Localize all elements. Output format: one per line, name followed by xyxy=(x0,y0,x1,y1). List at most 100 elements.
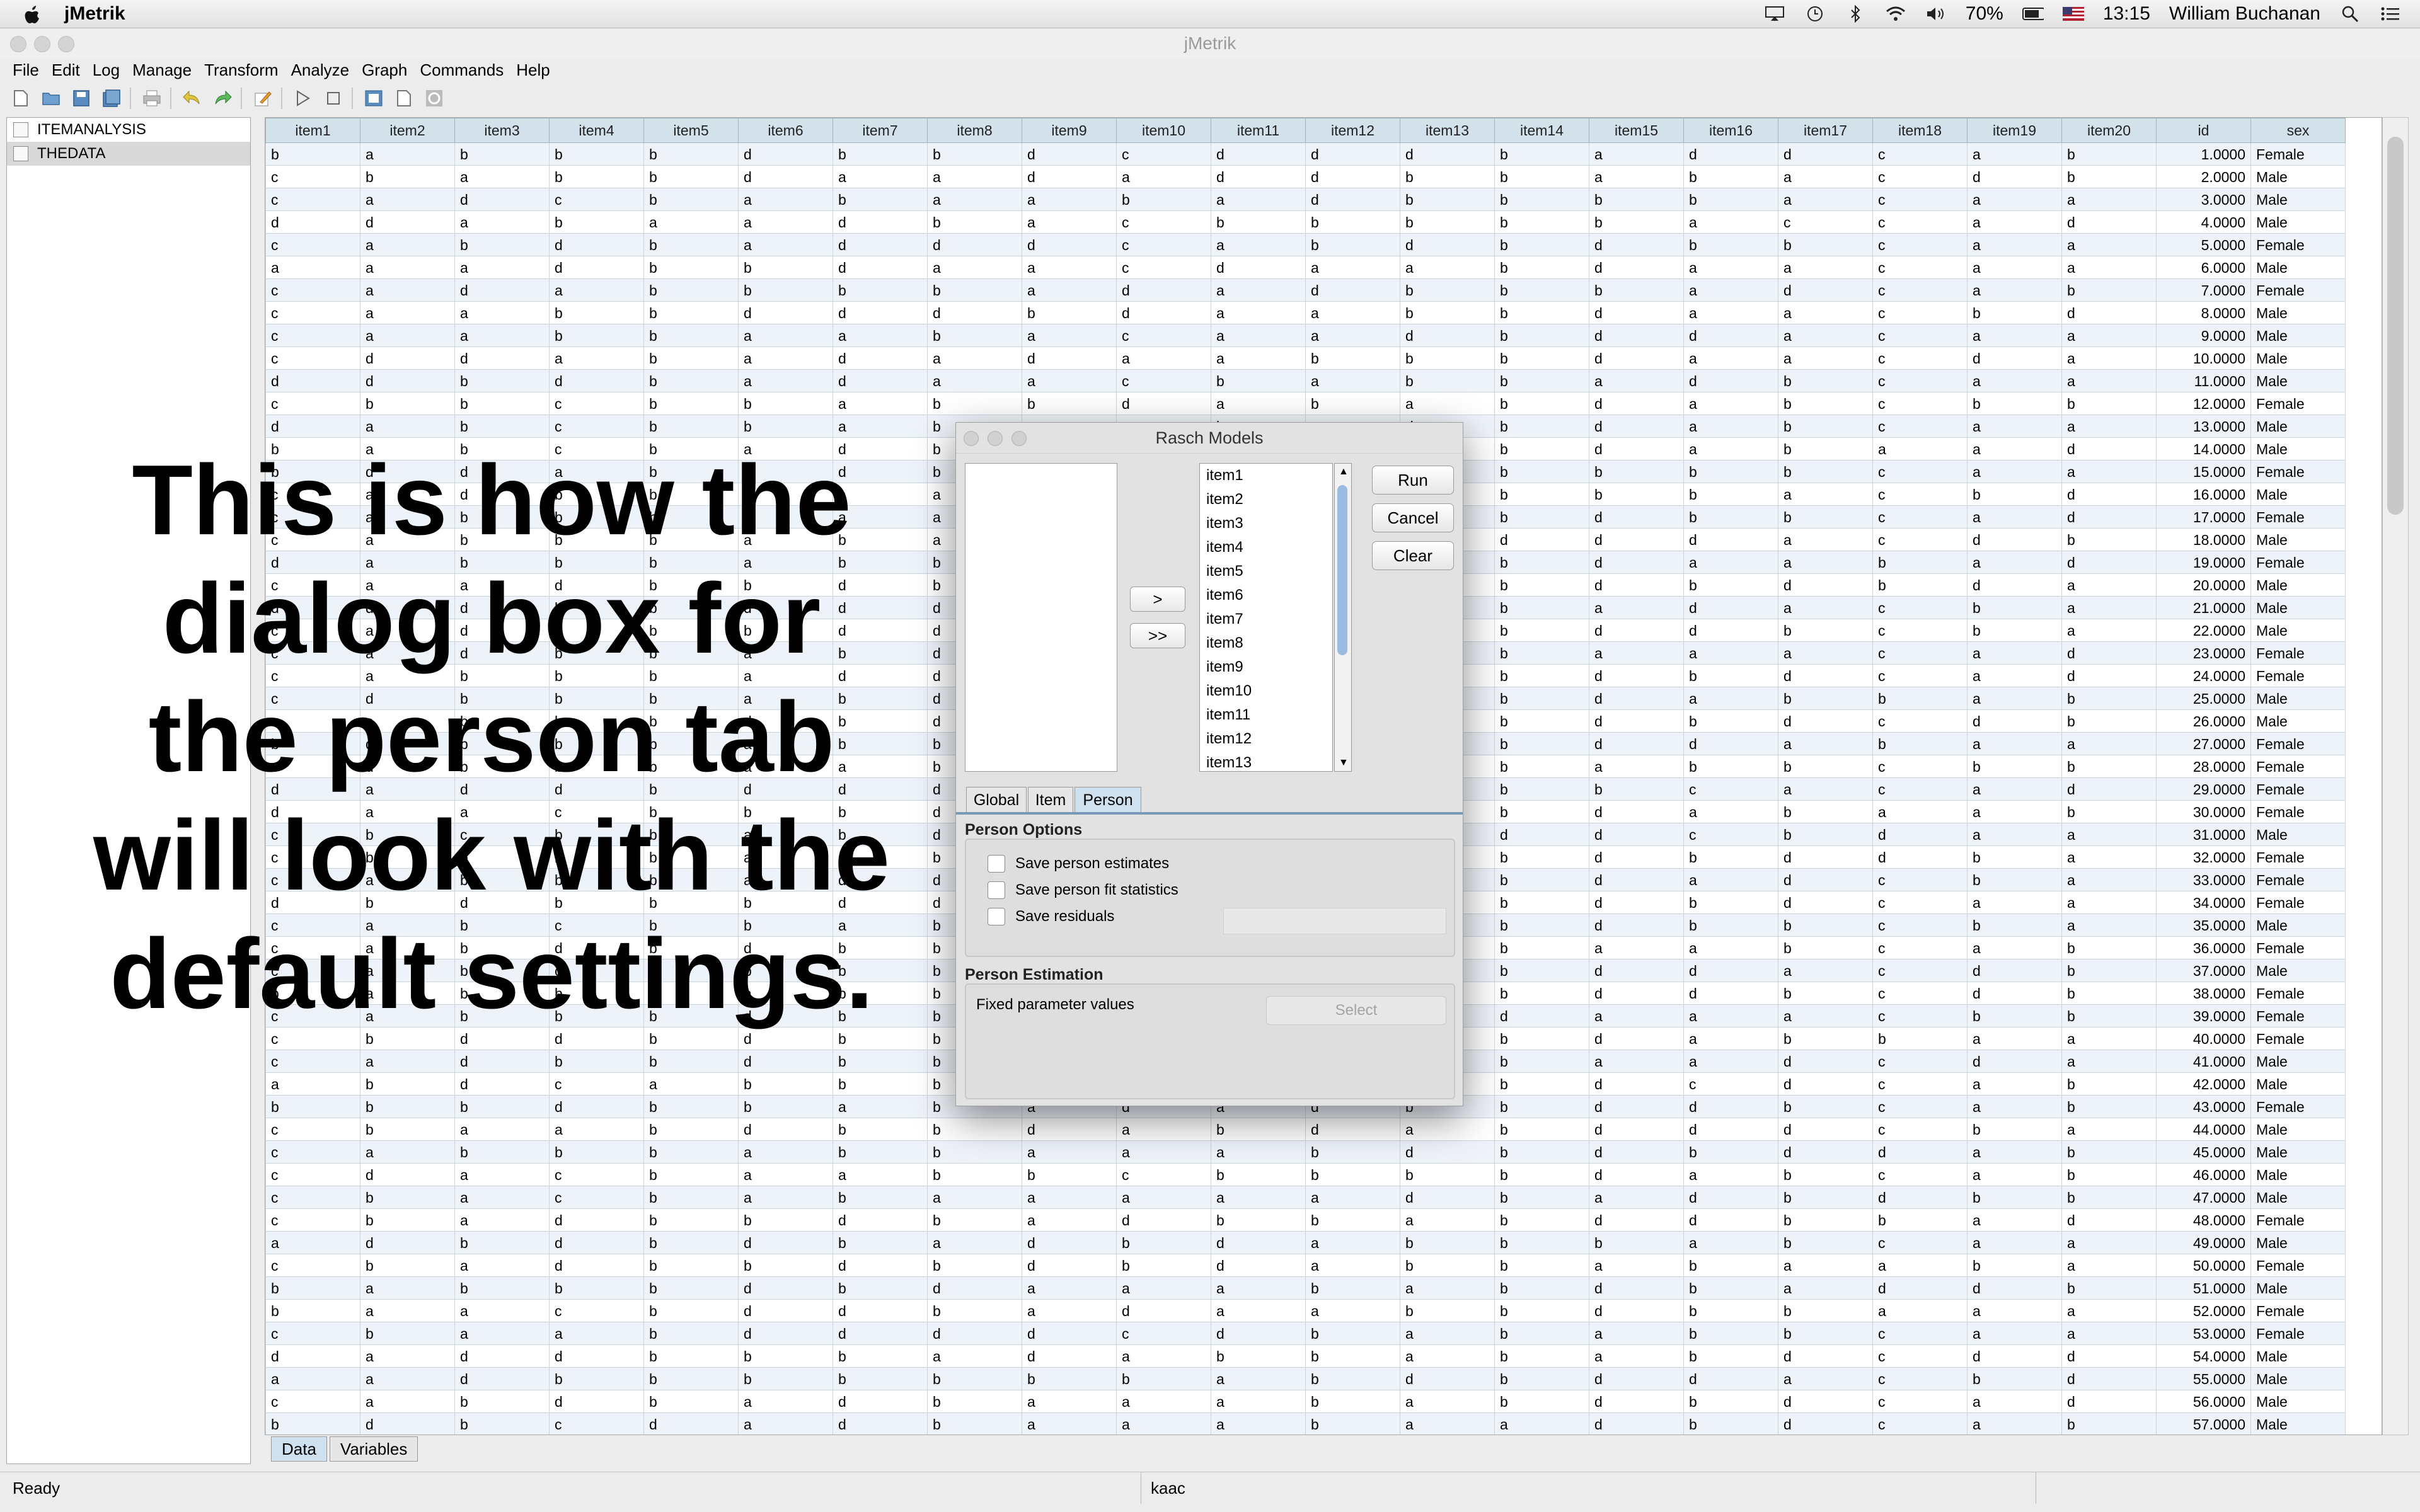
table-cell[interactable]: b xyxy=(2061,1095,2157,1118)
table-cell[interactable]: a xyxy=(360,415,455,438)
table-cell[interactable]: a xyxy=(1305,1231,1400,1254)
table-cell[interactable]: d xyxy=(549,233,644,256)
table-cell[interactable]: b xyxy=(1589,210,1684,234)
table-cell[interactable]: b xyxy=(1494,1050,1589,1073)
menu-commands[interactable]: Commands xyxy=(420,60,504,80)
table-cell[interactable]: b xyxy=(1589,1231,1684,1254)
table-row[interactable]: d a d d b b b a d a b b a b a b d c d d 54.0000 Male xyxy=(265,1344,2346,1368)
table-cell[interactable]: b xyxy=(1967,392,2062,415)
table-row[interactable]: c b a b b d a a d a d d b b a b a c d b 2.0000 Male xyxy=(265,165,2346,188)
table-cell[interactable]: b xyxy=(738,1095,833,1118)
table-cell[interactable]: b xyxy=(643,188,739,211)
table-cell[interactable]: d xyxy=(1589,505,1684,529)
table-row[interactable]: a a a d b b d a a c d a a b d a a c a a 6.0000 Male xyxy=(265,256,2346,279)
document-icon[interactable] xyxy=(395,89,413,108)
table-cell[interactable]: b xyxy=(549,210,644,234)
table-cell[interactable]: d xyxy=(927,1322,1022,1345)
table-cell[interactable]: d xyxy=(549,1095,644,1118)
table-cell[interactable]: Male xyxy=(2250,1276,2346,1300)
save-person-estimates-checkbox[interactable]: Save person estimates xyxy=(988,855,1169,873)
table-cell[interactable]: a xyxy=(1778,1254,1873,1277)
table-cell[interactable]: d xyxy=(1683,959,1778,982)
table-cell[interactable]: b xyxy=(1494,619,1589,642)
table-cell[interactable]: b xyxy=(454,233,550,256)
table-cell[interactable]: a xyxy=(833,165,928,188)
table-cell[interactable]: c xyxy=(1872,709,1968,733)
table-cell[interactable]: a xyxy=(2061,1231,2157,1254)
table-cell[interactable]: c xyxy=(265,1118,360,1141)
table-cell[interactable]: d xyxy=(1022,142,1117,166)
table-cell[interactable]: a xyxy=(1305,1186,1400,1209)
table-cell[interactable]: a xyxy=(2061,1118,2157,1141)
table-cell[interactable]: b xyxy=(265,142,360,166)
table-cell[interactable]: c xyxy=(1872,233,1968,256)
table-cell[interactable]: d xyxy=(1589,868,1684,891)
table-cell[interactable]: Male xyxy=(2250,619,2346,642)
table-cell[interactable]: b xyxy=(927,324,1022,347)
table-cell[interactable]: a xyxy=(1872,1254,1968,1277)
table-cell[interactable]: b xyxy=(549,1050,644,1073)
table-cell[interactable]: a xyxy=(2061,188,2157,211)
table-cell[interactable]: b xyxy=(1400,346,1495,370)
table-cell[interactable]: d xyxy=(1589,664,1684,687)
table-cell[interactable]: b xyxy=(1494,1390,1589,1413)
table-cell[interactable]: b xyxy=(833,278,928,302)
table-cell[interactable]: b xyxy=(1494,868,1589,891)
table-cell[interactable]: 29.0000 xyxy=(2156,777,2251,801)
table-cell[interactable]: d xyxy=(454,1072,550,1096)
table-cell[interactable]: Female xyxy=(2250,142,2346,166)
table-cell[interactable]: a xyxy=(1967,1163,2062,1186)
table-cell[interactable]: d xyxy=(833,1299,928,1322)
table-cell[interactable]: b xyxy=(1494,1118,1589,1141)
table-cell[interactable]: Male xyxy=(2250,301,2346,324)
table-cell[interactable]: a xyxy=(1967,1322,2062,1345)
table-cell[interactable]: d xyxy=(1589,1299,1684,1322)
table-cell[interactable]: a xyxy=(738,324,833,347)
table-cell[interactable]: b xyxy=(1967,845,2062,869)
table-cell[interactable]: b xyxy=(1683,188,1778,211)
table-cell[interactable]: a xyxy=(1022,278,1117,302)
table-cell[interactable]: 57.0000 xyxy=(2156,1412,2251,1435)
table-cell[interactable]: b xyxy=(1494,732,1589,755)
table-cell[interactable]: d xyxy=(1872,1140,1968,1164)
table-cell[interactable]: a xyxy=(1778,732,1873,755)
table-cell[interactable]: b xyxy=(1589,278,1684,302)
table-cell[interactable]: a xyxy=(1211,1299,1306,1322)
table-cell[interactable]: a xyxy=(1778,483,1873,506)
column-header[interactable]: item4 xyxy=(549,118,644,143)
table-cell[interactable]: d xyxy=(2061,1390,2157,1413)
column-header[interactable]: item14 xyxy=(1494,118,1589,143)
table-cell[interactable]: 43.0000 xyxy=(2156,1095,2251,1118)
table-cell[interactable]: b xyxy=(454,142,550,166)
table-cell[interactable]: b xyxy=(833,1276,928,1300)
table-row[interactable]: b a b b b d b b d c d d d b a d d c a b 1.0000 Female xyxy=(265,142,2346,166)
table-cell[interactable]: d xyxy=(1589,709,1684,733)
table-cell[interactable]: b xyxy=(549,1276,644,1300)
table-cell[interactable]: c xyxy=(1872,256,1968,279)
column-header[interactable]: item13 xyxy=(1400,118,1495,143)
table-cell[interactable]: b xyxy=(1116,1231,1211,1254)
cancel-button[interactable]: Cancel xyxy=(1372,503,1454,532)
selected-list-scrollbar[interactable]: ▲ ▼ xyxy=(1334,463,1352,772)
table-cell[interactable]: a xyxy=(927,256,1022,279)
table-cell[interactable]: a xyxy=(454,256,550,279)
table-cell[interactable]: b xyxy=(927,1412,1022,1435)
table-cell[interactable]: a xyxy=(1683,346,1778,370)
table-cell[interactable]: d xyxy=(833,346,928,370)
table-cell[interactable]: d xyxy=(265,210,360,234)
table-cell[interactable]: c xyxy=(265,1254,360,1277)
table-cell[interactable]: 26.0000 xyxy=(2156,709,2251,733)
table-cell[interactable]: c xyxy=(1872,959,1968,982)
table-cell[interactable]: d xyxy=(360,1163,455,1186)
table-cell[interactable]: 3.0000 xyxy=(2156,188,2251,211)
table-cell[interactable]: b xyxy=(1494,460,1589,483)
table-cell[interactable]: a xyxy=(1305,301,1400,324)
table-cell[interactable]: c xyxy=(1872,460,1968,483)
table-cell[interactable]: d xyxy=(1778,1390,1873,1413)
table-cell[interactable]: b xyxy=(1683,664,1778,687)
table-cell[interactable]: 42.0000 xyxy=(2156,1072,2251,1096)
table-cell[interactable]: a xyxy=(265,256,360,279)
table-cell[interactable]: b xyxy=(454,1276,550,1300)
table-cell[interactable]: a xyxy=(1872,437,1968,461)
table-cell[interactable]: a xyxy=(1022,1276,1117,1300)
